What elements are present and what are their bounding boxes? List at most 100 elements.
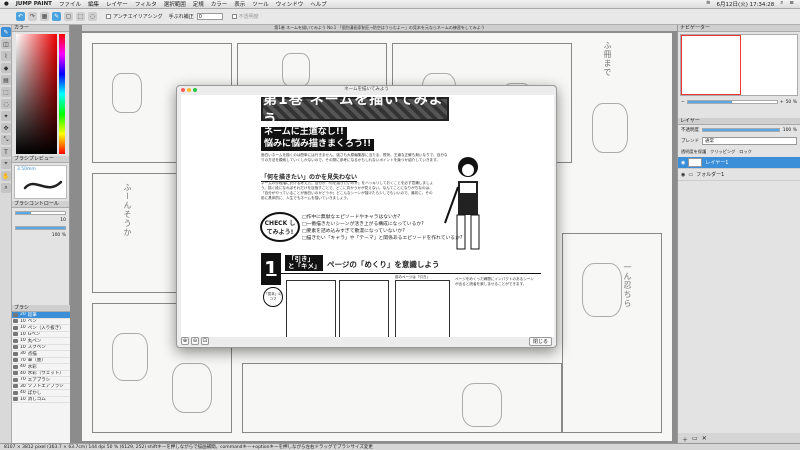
color-picker[interactable] [16,34,65,154]
brush-size: 40 [20,390,26,396]
brush-size: 10 [20,318,26,324]
tutorial-dialog: ネームを描いてみよう 第1巻 ネームを描いてみよう ネームに王道なし!! 悩みに… [176,85,557,348]
brush-swatch-icon [13,390,18,395]
dropper-tool-icon[interactable]: ⌖ [1,159,11,169]
fit-button[interactable]: ⊡ [201,337,209,345]
menu-selection[interactable]: 選択範囲 [164,0,186,8]
brush-swatch-icon [13,345,18,350]
brush-swatch-icon [13,371,18,376]
wifi-icon[interactable]: ≋ [706,0,711,8]
move-tool-icon[interactable]: ✥ [1,123,11,133]
sketch-face [112,73,142,113]
sketch-text: 一ん忍ちら [623,263,632,308]
eraser-tool-icon[interactable]: ◫ [1,39,11,49]
menu-file[interactable]: ファイル [59,0,81,8]
hook-title: ページの「めくり」を意識しよう [327,260,440,269]
zoom-out-button[interactable]: ⊖ [191,337,199,345]
text-tool-icon[interactable]: T [1,147,11,157]
brush-name: 水彩（ウェット） [27,371,64,377]
zoom-in-button[interactable]: ⊕ [181,337,189,345]
navigator-preview[interactable] [680,34,798,96]
lasso-tool-icon[interactable]: ◌ [1,99,11,109]
eye-icon[interactable]: ◉ [681,172,685,178]
apple-icon[interactable]: ● [4,1,9,7]
undo-button[interactable]: ↶ [16,12,25,21]
zoom-tool-icon[interactable]: ⌕ [1,183,11,193]
section-1-body: ネームの作段階に於ける考え方。自分が「何を描きたいのか」をハッキリしておくことを… [261,181,434,200]
sketch-face [582,263,622,317]
add-folder-icon[interactable]: ▭ [692,435,698,442]
brush-item[interactable]: 10 消しゴム [12,397,70,403]
brush-list-title: ブラシ [12,305,70,312]
layer-opacity-value: 100 % [782,127,797,133]
clock[interactable]: 6月12日(火) 17:34:28 [717,0,775,8]
close-button[interactable]: 閉じる [528,336,552,346]
lock-checkbox[interactable]: ロック [739,149,752,155]
brush-swatch-icon [13,384,18,389]
sample-panel [339,280,389,337]
hue-slider[interactable] [59,34,65,154]
transparency-checkbox[interactable] [231,14,237,19]
layer-opacity-slider[interactable] [702,128,780,132]
brush-name: ペン [27,319,37,325]
brush-swatch-icon [13,358,18,363]
pen-mode-button[interactable]: ✎ [52,12,61,21]
opacity-slider[interactable] [15,226,66,230]
menu-window[interactable]: ウィンドウ [276,0,304,8]
close-window-icon[interactable] [181,88,185,92]
eraser-mode-button[interactable]: ◻ [64,12,73,21]
eye-icon[interactable]: ◉ [681,160,685,166]
correction-input[interactable]: 0 [196,13,223,20]
app-name[interactable]: JUMP PAINT [16,1,52,7]
layer-row[interactable]: ◉ レイヤー1 [678,157,800,169]
menu-edit[interactable]: 編集 [88,0,99,8]
menu-help[interactable]: ヘルプ [310,0,327,8]
menu-view[interactable]: 表示 [234,0,245,8]
brush-size: 40 [20,370,26,376]
blend-select[interactable]: 通常 [702,137,797,145]
brush-size: 70 [20,357,26,363]
clipping-checkbox[interactable]: クリッピング [710,149,735,155]
redo-button[interactable]: ↷ [28,12,37,21]
zoom-window-icon[interactable] [193,88,197,92]
toolbar: ↶ ↷ ▦ ✎ ◻ ⬚ ◌ アンチエイリアシング 手ぶれ補正 0 不透明度 [0,9,800,25]
panel-frame [92,173,182,293]
lasso-mode-button[interactable]: ◌ [88,12,97,21]
check-item: □一番描きたいシーンが活き上がる構成になっているか? [302,222,424,227]
brush-name: ソフトエアブラシ [27,384,64,390]
brush-swatch-icon [13,338,18,343]
menu-tool[interactable]: ツール [252,0,269,8]
zoom-out-icon[interactable]: − [681,100,685,105]
menu-layer[interactable]: レイヤー [106,0,128,8]
zoom-slider[interactable] [686,100,778,104]
pen-tool-icon[interactable]: ✎ [1,27,11,37]
menu-color[interactable]: カラー [211,0,228,8]
minimize-window-icon[interactable] [187,88,191,92]
select-tool-icon[interactable]: ⬚ [1,87,11,97]
menu-filter[interactable]: フィルタ [135,0,157,8]
search-icon[interactable]: ⌕ [780,0,783,8]
list-icon[interactable]: ≡ [789,0,794,8]
antialias-checkbox[interactable] [106,14,111,19]
menu-ruler[interactable]: 定規 [193,0,204,8]
brush-tool-icon[interactable]: ⌇ [1,51,11,61]
add-layer-icon[interactable]: ＋ [682,435,688,444]
gradient-tool-icon[interactable]: ▤ [1,75,11,85]
bucket-tool-icon[interactable]: ◆ [1,63,11,73]
wand-tool-icon[interactable]: ✦ [1,111,11,121]
size-slider[interactable] [15,211,66,215]
brush-name: 点描 [27,351,37,357]
transform-tool-icon[interactable]: ⤡ [1,135,11,145]
saturation-value-square[interactable] [16,34,57,154]
hand-tool-icon[interactable]: ✋ [1,171,11,181]
divider [261,273,541,274]
correction-label: 手ぶれ補正 [168,14,194,20]
zoom-in-icon[interactable]: + [780,100,784,105]
protect-alpha-checkbox[interactable]: 透明度を保護 [681,149,706,155]
grid-button[interactable]: ▦ [40,12,49,21]
panel-tag: 「見本」のコマ [263,287,283,307]
select-mode-button[interactable]: ⬚ [76,12,85,21]
layer-row[interactable]: ◉ ▭ フォルダー1 [678,169,800,181]
check-item: □描きたい「キャラ」や「テーマ」と関係あるエピソードを作れているか? [302,236,463,241]
delete-layer-icon[interactable]: ✕ [702,435,707,442]
